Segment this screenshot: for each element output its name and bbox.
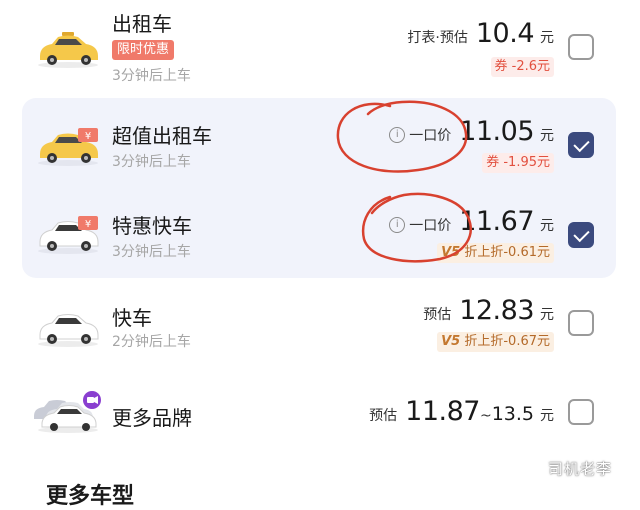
express-car-icon — [32, 305, 104, 349]
select-checkbox[interactable] — [568, 310, 594, 336]
taxi-car-icon: ¥ — [32, 124, 104, 168]
ride-option-express[interactable]: 快车 2分钟后上车 预估 12.83 元 V5 折上折-0.67元 — [0, 283, 640, 371]
price-fixed: i 一口价 11.67 元 — [389, 206, 554, 237]
promo-tag: 限时优惠 — [112, 40, 175, 60]
ride-option-value-taxi[interactable]: ¥ 超值出租车 3分钟后上车 i 一口价 11.05 元 券 -1.95元 — [0, 100, 640, 188]
select-checkbox[interactable] — [568, 34, 594, 60]
price-value: 10.4 — [475, 18, 535, 49]
ride-option-taxi[interactable]: 出租车 限时优惠 3分钟后上车 打表·预估 10.4 元 券 -2.6元 — [0, 0, 640, 88]
price-value: 12.83 — [459, 295, 534, 326]
ride-name: 超值出租车 — [112, 124, 212, 148]
vip-level-badge: V5 — [441, 245, 461, 260]
price-estimate: 预估 12.83 元 — [423, 295, 554, 326]
price-unit: 元 — [540, 30, 554, 46]
vip-discount-text: 折上折-0.61元 — [464, 245, 550, 260]
coupon-discount: 券 -1.95元 — [482, 153, 554, 173]
price-prefix: 预估 — [423, 307, 452, 323]
price-range: 预估 11.87 ~ 13.5 元 — [369, 396, 554, 427]
price-prefix: 一口价 — [409, 128, 452, 144]
price-prefix: 预估 — [369, 408, 398, 424]
ride-eta: 2分钟后上车 — [112, 334, 191, 350]
info-icon[interactable]: i — [389, 217, 406, 233]
ride-name: 特惠快车 — [112, 214, 192, 238]
price-estimate: 打表·预估 10.4 元 — [407, 18, 554, 49]
svg-text:¥: ¥ — [85, 219, 91, 230]
price-prefix: 一口价 — [409, 218, 452, 234]
select-checkbox-checked[interactable] — [568, 132, 594, 158]
ride-option-discount-express[interactable]: ¥ 特惠快车 3分钟后上车 i 一口价 11.67 元 V5 折上折-0.61元 — [0, 190, 640, 278]
price-fixed: i 一口价 11.05 元 — [389, 116, 554, 147]
ride-option-more-brands[interactable]: 更多品牌 预估 11.87 ~ 13.5 元 — [0, 370, 640, 458]
ride-name: 出租车 — [112, 12, 172, 36]
ride-name: 更多品牌 — [112, 406, 192, 430]
info-icon[interactable]: i — [389, 127, 406, 143]
ride-eta: 3分钟后上车 — [112, 244, 191, 260]
price-value: 11.05 — [459, 116, 534, 147]
taxi-car-icon — [32, 26, 104, 70]
ride-eta: 3分钟后上车 — [112, 68, 191, 84]
multi-brand-cars-icon — [32, 390, 104, 434]
select-checkbox-checked[interactable] — [568, 222, 594, 248]
vip-discount: V5 折上折-0.67元 — [437, 332, 554, 352]
vip-level-badge: V5 — [441, 334, 461, 349]
express-car-icon: ¥ — [32, 212, 104, 256]
price-unit: 元 — [540, 408, 554, 424]
price-range-separator: ~ — [479, 408, 492, 424]
price-value: 11.67 — [459, 206, 534, 237]
price-min: 11.87 — [405, 396, 480, 427]
price-max: 13.5 — [491, 403, 534, 425]
price-unit: 元 — [540, 128, 554, 144]
watermark: 司机老李 — [548, 460, 613, 478]
vip-discount: V5 折上折-0.61元 — [437, 243, 554, 263]
vip-discount-text: 折上折-0.67元 — [464, 334, 550, 349]
svg-text:¥: ¥ — [85, 131, 91, 142]
select-checkbox[interactable] — [568, 399, 594, 425]
more-car-types-heading: 更多车型 — [46, 484, 135, 509]
ride-name: 快车 — [112, 306, 152, 330]
price-unit: 元 — [540, 218, 554, 234]
price-prefix: 打表·预估 — [407, 30, 468, 46]
price-unit: 元 — [540, 307, 554, 323]
ride-eta: 3分钟后上车 — [112, 154, 191, 170]
coupon-discount: 券 -2.6元 — [490, 57, 554, 77]
